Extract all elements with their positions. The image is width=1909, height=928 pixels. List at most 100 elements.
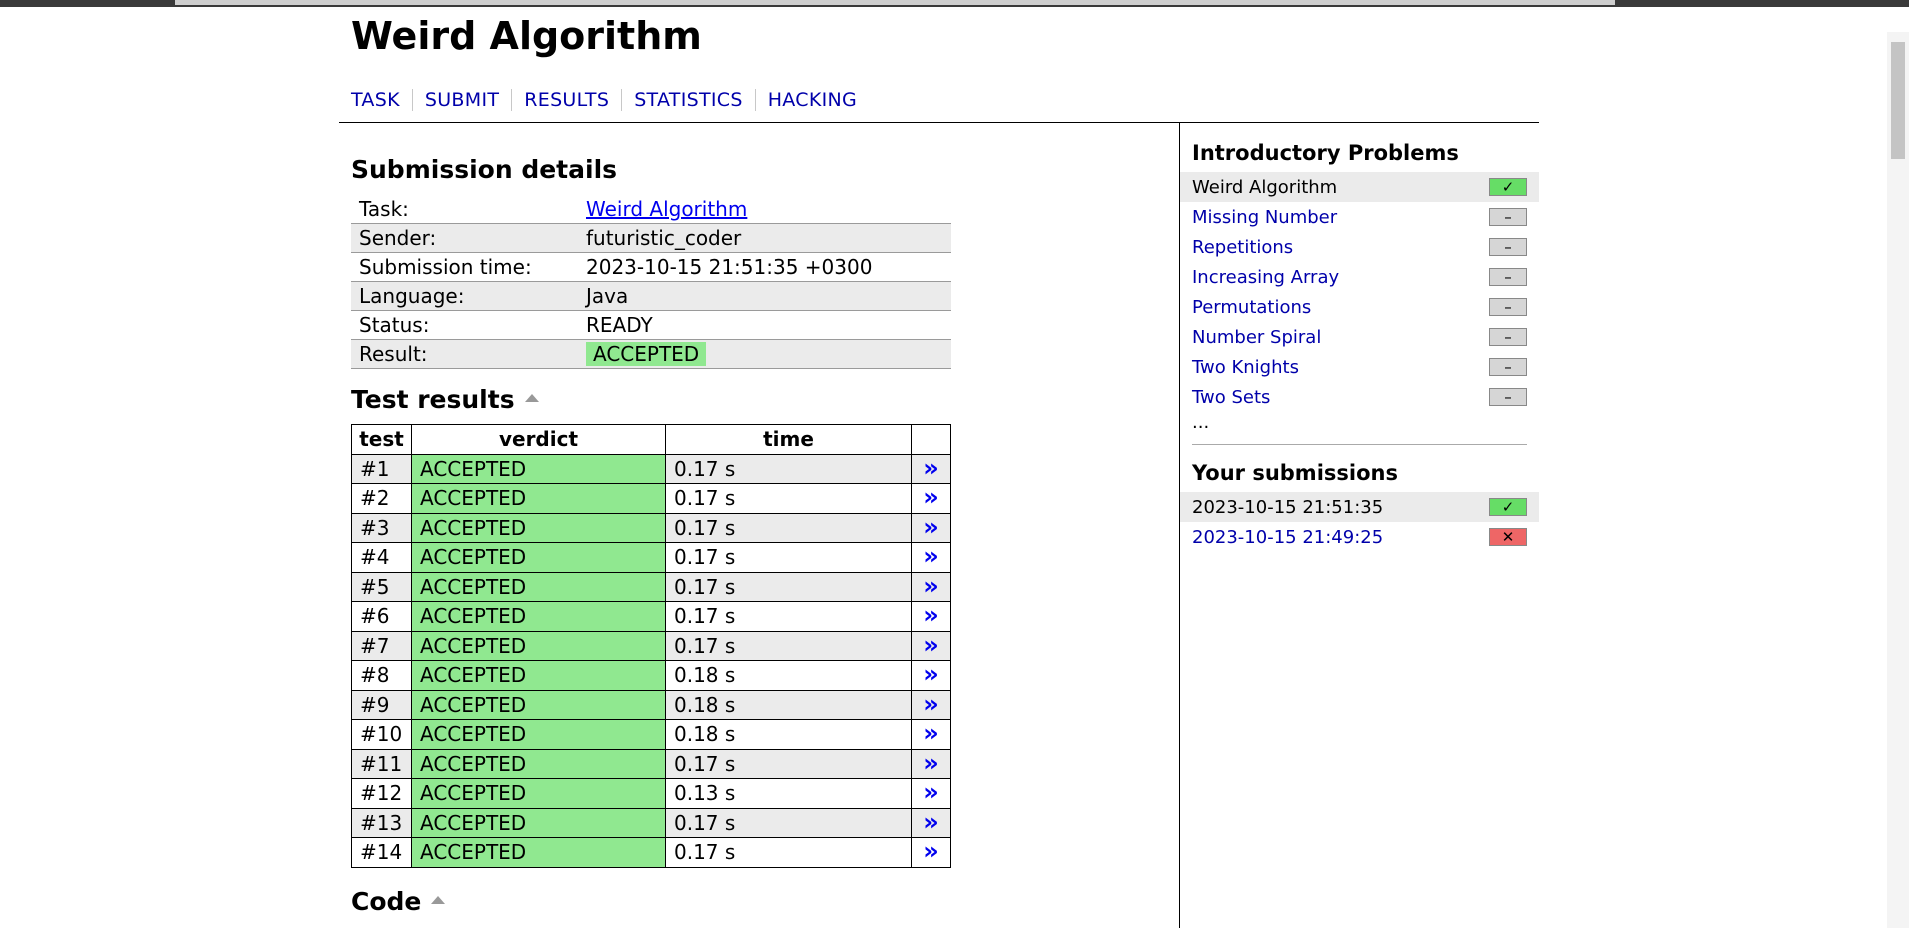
problem-item[interactable]: Two Knights – [1180, 352, 1539, 382]
view-test-arrow-icon[interactable]: » [923, 572, 938, 600]
submission-item: 2023-10-15 21:51:35 ✓ [1180, 492, 1539, 522]
test-results-table: test verdict time #1 ACCEPTED 0.17 s» #2 ACC… [351, 424, 951, 868]
more-problems: ... [1192, 412, 1210, 433]
test-verdict: ACCEPTED [411, 660, 666, 691]
task-link[interactable]: Weird Algorithm [586, 197, 747, 221]
view-test-arrow-icon[interactable]: » [923, 719, 938, 747]
nav-submit[interactable]: SUBMIT [425, 89, 499, 111]
view-test-arrow-icon[interactable]: » [923, 542, 938, 570]
table-row: #14 ACCEPTED 0.17 s » [351, 837, 951, 868]
problem-link[interactable]: Permutations [1192, 297, 1311, 318]
table-row: #2 ACCEPTED 0.17 s » [351, 483, 951, 514]
details-value: Weird Algorithm [578, 195, 951, 224]
table-row: #7 ACCEPTED 0.17 s » [351, 630, 951, 661]
nav-results[interactable]: RESULTS [524, 89, 609, 111]
scrollbar-thumb[interactable] [1891, 42, 1905, 159]
code-heading: Code [351, 887, 446, 916]
nav-hacking[interactable]: HACKING [768, 89, 857, 111]
test-detail-cell: » [911, 512, 951, 543]
test-number: #6 [351, 601, 412, 632]
test-number: #10 [351, 719, 412, 750]
view-test-arrow-icon[interactable]: » [923, 690, 938, 718]
details-row-language: Language: Java [351, 281, 951, 311]
submission-list: 2023-10-15 21:51:35 ✓ 2023-10-15 21:49:25 ✕ [1180, 492, 1539, 552]
problem-item[interactable]: Increasing Array – [1180, 262, 1539, 292]
submissions-heading: Your submissions [1192, 461, 1398, 485]
test-time: 0.17 s [665, 837, 912, 868]
test-detail-cell: » [911, 748, 951, 779]
view-test-arrow-icon[interactable]: » [923, 631, 938, 659]
cross-icon: ✕ [1489, 528, 1527, 546]
view-test-arrow-icon[interactable]: » [923, 837, 938, 865]
test-time: 0.18 s [665, 689, 912, 720]
details-value: 2023-10-15 21:51:35 +0300 [578, 252, 951, 282]
submission-link[interactable]: 2023-10-15 21:49:25 [1192, 527, 1383, 548]
test-number: #2 [351, 483, 412, 514]
check-icon: ✓ [1489, 498, 1527, 516]
page-scrollbar[interactable] [1887, 32, 1909, 928]
test-verdict: ACCEPTED [411, 571, 666, 602]
details-label: Result: [351, 339, 578, 369]
problem-link[interactable]: Repetitions [1192, 237, 1293, 258]
test-verdict: ACCEPTED [411, 689, 666, 720]
nav-separator [511, 89, 513, 111]
view-test-arrow-icon[interactable]: » [923, 513, 938, 541]
test-time: 0.17 s [665, 512, 912, 543]
collapse-triangle-icon[interactable] [524, 394, 539, 402]
view-test-arrow-icon[interactable]: » [923, 808, 938, 836]
view-test-arrow-icon[interactable]: » [923, 454, 938, 482]
test-detail-cell: » [911, 601, 951, 632]
submission-details-heading: Submission details [351, 155, 618, 184]
view-test-arrow-icon[interactable]: » [923, 483, 938, 511]
problem-link[interactable]: Missing Number [1192, 207, 1337, 228]
test-time: 0.13 s [665, 778, 912, 809]
view-test-arrow-icon[interactable]: » [923, 778, 938, 806]
column-header-verdict: verdict [411, 424, 666, 455]
problem-link[interactable]: Two Knights [1192, 357, 1299, 378]
table-row: #11 ACCEPTED 0.17 s » [351, 748, 951, 779]
view-test-arrow-icon[interactable]: » [923, 660, 938, 688]
test-time: 0.17 s [665, 748, 912, 779]
nav-statistics[interactable]: STATISTICS [634, 89, 743, 111]
test-detail-cell: » [911, 542, 951, 573]
browser-top-edge [0, 0, 1909, 7]
test-time: 0.17 s [665, 483, 912, 514]
table-row: #4 ACCEPTED 0.17 s » [351, 542, 951, 573]
test-verdict: ACCEPTED [411, 542, 666, 573]
test-time: 0.17 s [665, 630, 912, 661]
problem-link[interactable]: Increasing Array [1192, 267, 1339, 288]
test-results-title: Test results [351, 385, 515, 414]
problem-item: Weird Algorithm ✓ [1180, 172, 1539, 202]
problems-heading: Introductory Problems [1192, 141, 1459, 165]
test-verdict: ACCEPTED [411, 719, 666, 750]
test-number: #14 [351, 837, 412, 868]
view-test-arrow-icon[interactable]: » [923, 601, 938, 629]
problem-link[interactable]: Two Sets [1192, 387, 1270, 408]
problem-item[interactable]: Missing Number – [1180, 202, 1539, 232]
problem-item[interactable]: Number Spiral – [1180, 322, 1539, 352]
test-detail-cell: » [911, 689, 951, 720]
details-label: Task: [351, 195, 578, 224]
test-time: 0.17 s [665, 542, 912, 573]
result-badge: ACCEPTED [586, 342, 707, 366]
test-number: #3 [351, 512, 412, 543]
dash-icon: – [1489, 208, 1527, 226]
problem-item[interactable]: Two Sets – [1180, 382, 1539, 412]
view-test-arrow-icon[interactable]: » [923, 749, 938, 777]
problem-link[interactable]: Number Spiral [1192, 327, 1321, 348]
collapse-triangle-icon[interactable] [431, 896, 446, 904]
submission-item[interactable]: 2023-10-15 21:49:25 ✕ [1180, 522, 1539, 552]
test-time: 0.17 s [665, 453, 912, 484]
test-verdict: ACCEPTED [411, 630, 666, 661]
nav-separator [754, 89, 756, 111]
test-number: #4 [351, 542, 412, 573]
problem-item[interactable]: Repetitions – [1180, 232, 1539, 262]
table-row: #8 ACCEPTED 0.18 s » [351, 660, 951, 691]
problem-item[interactable]: Permutations – [1180, 292, 1539, 322]
test-verdict: ACCEPTED [411, 453, 666, 484]
test-verdict: ACCEPTED [411, 778, 666, 809]
test-verdict: ACCEPTED [411, 483, 666, 514]
details-value: Java [578, 281, 951, 311]
nav-task[interactable]: TASK [351, 89, 400, 111]
test-number: #1 [351, 453, 412, 484]
